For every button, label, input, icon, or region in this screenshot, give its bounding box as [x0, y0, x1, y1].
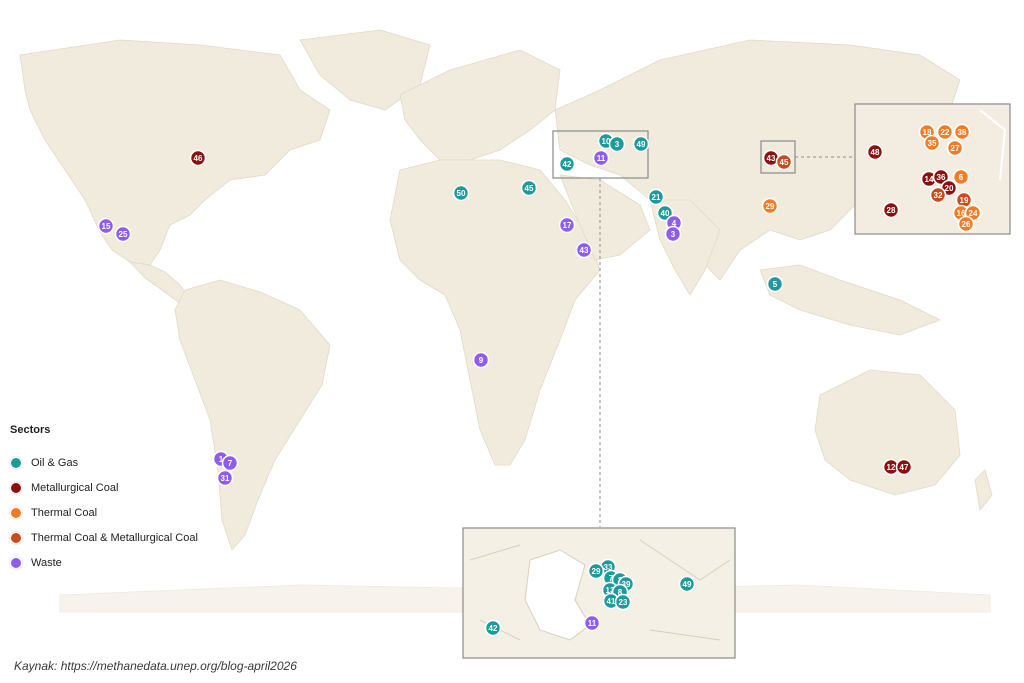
site-marker[interactable]: 5 [766, 275, 784, 293]
site-marker[interactable]: 50 [452, 184, 470, 202]
site-marker[interactable]: 42 [484, 619, 502, 637]
marker-label: 20 [945, 184, 954, 193]
site-marker[interactable]: 22 [936, 123, 954, 141]
site-marker[interactable]: 49 [632, 135, 650, 153]
marker-label: 23 [619, 598, 628, 607]
site-marker[interactable]: 28 [882, 201, 900, 219]
marker-label: 6 [959, 173, 964, 182]
site-marker[interactable]: 35 [923, 134, 941, 152]
marker-label: 7 [228, 459, 233, 468]
site-marker[interactable]: 43 [575, 241, 593, 259]
legend-label: Oil & Gas [31, 456, 79, 469]
marker-label: 28 [887, 206, 896, 215]
marker-label: 38 [958, 128, 967, 137]
site-marker[interactable]: 29 [761, 197, 779, 215]
marker-label: 25 [119, 230, 128, 239]
marker-label: 31 [221, 474, 230, 483]
marker-label: 42 [563, 160, 572, 169]
marker-label: 3 [615, 140, 620, 149]
marker-label: 49 [683, 580, 692, 589]
site-marker[interactable]: 11 [583, 614, 601, 632]
legend-item: Waste [10, 550, 198, 575]
marker-label: 48 [871, 148, 880, 157]
marker-label: 17 [563, 221, 572, 230]
marker-label: 41 [607, 597, 616, 606]
site-marker[interactable]: 17 [558, 216, 576, 234]
marker-label: 43 [767, 154, 776, 163]
china-inset [854, 103, 1011, 235]
site-marker[interactable]: 15 [97, 217, 115, 235]
caspian-inset [462, 527, 736, 659]
marker-label: 42 [489, 624, 498, 633]
legend-item: Metallurgical Coal [10, 475, 198, 500]
marker-label: 11 [588, 619, 597, 628]
legend-swatch [10, 556, 22, 569]
site-marker[interactable]: 21 [647, 188, 665, 206]
legend-title: Sectors [10, 424, 51, 436]
legend-swatch [10, 531, 22, 544]
marker-label: 27 [951, 144, 960, 153]
site-marker[interactable]: 26 [957, 215, 975, 233]
marker-label: 24 [969, 209, 978, 218]
marker-label: 47 [900, 463, 909, 472]
legend-item: Thermal Coal [10, 500, 198, 525]
source-caption: Kaynak: https://methanedata.unep.org/blo… [14, 659, 297, 673]
site-marker[interactable]: 6 [952, 168, 970, 186]
site-marker[interactable]: 45 [775, 153, 793, 171]
site-marker[interactable]: 7 [221, 454, 239, 472]
legend-label: Metallurgical Coal [31, 481, 119, 494]
marker-label: 43 [580, 246, 589, 255]
site-marker[interactable]: 3 [664, 225, 682, 243]
site-marker[interactable]: 3 [608, 135, 626, 153]
marker-label: 50 [457, 189, 466, 198]
site-marker[interactable]: 49 [678, 575, 696, 593]
legend-swatch [10, 481, 22, 494]
site-marker[interactable]: 48 [866, 143, 884, 161]
marker-label: 22 [941, 128, 950, 137]
marker-label: 11 [597, 154, 606, 163]
marker-label: 19 [960, 196, 969, 205]
marker-label: 15 [102, 222, 111, 231]
site-marker[interactable]: 45 [520, 179, 538, 197]
site-marker[interactable]: 31 [216, 469, 234, 487]
marker-label: 21 [652, 193, 661, 202]
site-marker[interactable]: 23 [614, 593, 632, 611]
legend-item: Thermal Coal & Metallurgical Coal [10, 525, 198, 550]
site-marker[interactable]: 9 [472, 351, 490, 369]
marker-label: 32 [934, 191, 943, 200]
site-marker[interactable]: 38 [953, 123, 971, 141]
marker-label: 29 [766, 202, 775, 211]
marker-label: 45 [780, 158, 789, 167]
legend-swatch [10, 456, 22, 469]
marker-label: 35 [928, 139, 937, 148]
site-marker[interactable]: 47 [895, 458, 913, 476]
marker-label: 9 [479, 356, 484, 365]
legend-label: Thermal Coal & Metallurgical Coal [31, 531, 198, 544]
site-marker[interactable]: 25 [114, 225, 132, 243]
marker-label: 46 [194, 154, 203, 163]
site-marker[interactable]: 27 [946, 139, 964, 157]
site-marker[interactable]: 46 [189, 149, 207, 167]
marker-label: 36 [937, 173, 946, 182]
marker-label: 5 [773, 280, 778, 289]
marker-label: 3 [671, 230, 676, 239]
legend-label: Waste [31, 556, 62, 569]
site-marker[interactable]: 29 [587, 562, 605, 580]
legend: Sectors Oil & Gas Metallurgical Coal Therm… [10, 424, 198, 575]
marker-label: 29 [592, 567, 601, 576]
marker-label: 26 [962, 220, 971, 229]
site-marker[interactable]: 11 [592, 149, 610, 167]
site-marker[interactable]: 42 [558, 155, 576, 173]
marker-label: 49 [637, 140, 646, 149]
legend-swatch [10, 506, 22, 519]
legend-label: Thermal Coal [31, 506, 98, 519]
world-map: 4615251 73150454210 311491743214043929543 4… [19, 29, 1011, 659]
legend-item: Oil & Gas [10, 450, 198, 475]
marker-label: 45 [525, 184, 534, 193]
marker-label: 40 [661, 209, 670, 218]
marker-label: 14 [925, 175, 934, 184]
marker-label: 12 [887, 463, 896, 472]
site-marker[interactable]: 32 [929, 186, 947, 204]
